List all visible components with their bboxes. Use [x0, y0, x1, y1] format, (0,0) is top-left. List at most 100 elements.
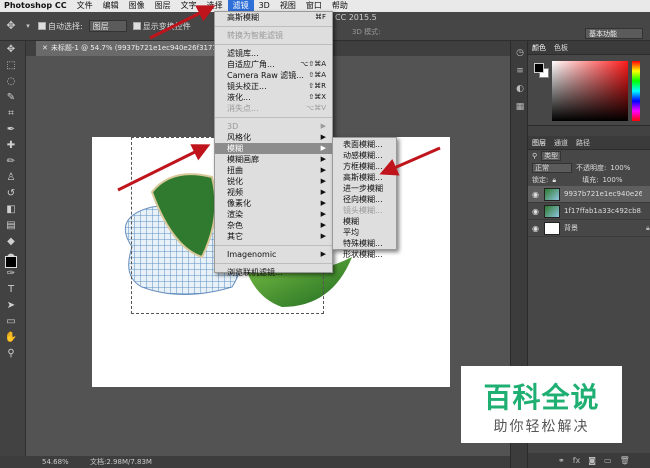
move-tool-icon[interactable]: ✥ [4, 19, 18, 33]
zoom-level[interactable]: 54.68% [42, 456, 69, 468]
menu-item-label: 消失点... [227, 104, 259, 113]
filter-menu-item[interactable]: 杂色 ▶ [215, 220, 332, 231]
filter-menu-item[interactable]: 视频 ▶ [215, 187, 332, 198]
filter-menu-item[interactable]: 扭曲 ▶ [215, 165, 332, 176]
filter-menu-item[interactable]: 镜头校正... ⇧⌘R [215, 81, 332, 92]
type-tool-icon[interactable]: T [4, 283, 18, 297]
tab-paths[interactable]: 路径 [576, 138, 590, 148]
menu-item[interactable]: 文件 [72, 0, 98, 12]
layer-item[interactable]: ◉ 9937b721e1ec940e26... [528, 186, 650, 203]
app-menu[interactable]: Photoshop CC [0, 0, 72, 12]
move-tool-icon[interactable]: ✥ [4, 43, 18, 57]
quick-select-tool-icon[interactable]: ✎ [4, 91, 18, 105]
tab-swatches[interactable]: 色板 [554, 43, 568, 53]
blur-menu-item[interactable]: 表面模糊... [333, 139, 396, 150]
eraser-tool-icon[interactable]: ◧ [4, 203, 18, 217]
foreground-color[interactable] [534, 63, 544, 73]
close-icon[interactable]: ✕ [42, 44, 48, 52]
filter-menu-item[interactable]: 其它 ▶ [215, 231, 332, 242]
blur-menu-item[interactable]: 动感模糊... [333, 150, 396, 161]
menu-item[interactable]: 编辑 [98, 0, 124, 12]
brush-tool-icon[interactable]: ✏ [4, 155, 18, 169]
submenu-arrow-icon: ▶ [320, 199, 326, 207]
blur-menu-item[interactable]: 高斯模糊... [333, 172, 396, 183]
submenu-arrow-icon: ▶ [320, 210, 326, 218]
blur-menu-item[interactable]: 进一步模糊 [333, 183, 396, 194]
zoom-tool-icon[interactable]: ⚲ [4, 347, 18, 361]
filter-menu-item[interactable]: 模糊 ▶ [215, 143, 332, 154]
eye-icon[interactable]: ◉ [532, 207, 540, 216]
lock-icon[interactable]: 🔒︎ [552, 176, 556, 185]
layer-kind-dropdown[interactable]: 类型 [541, 151, 562, 161]
libraries-panel-icon[interactable]: ▦ [514, 101, 526, 113]
hue-slider[interactable] [632, 61, 640, 121]
filter-menu-item[interactable]: 滤镜库... [215, 48, 332, 59]
filter-menu-item[interactable]: 高斯模糊 ⌘F [215, 12, 332, 23]
show-transform-checkbox[interactable]: 显示变换控件 [132, 21, 191, 32]
filter-menu-item[interactable]: 液化... ⇧⌘X [215, 92, 332, 103]
filter-menu-item[interactable]: 浏览联机滤镜... [215, 267, 332, 278]
lasso-tool-icon[interactable]: ◌ [4, 75, 18, 89]
fx-icon[interactable]: fx [573, 456, 581, 465]
filter-menu-item[interactable]: 像素化 ▶ [215, 198, 332, 209]
tab-color[interactable]: 颜色 [532, 43, 546, 53]
folder-icon[interactable]: ▭ [604, 456, 612, 465]
history-brush-tool-icon[interactable]: ↺ [4, 187, 18, 201]
blur-menu-item[interactable]: 形状模糊... [333, 249, 396, 260]
eye-icon[interactable]: ◉ [532, 224, 540, 233]
shape-tool-icon[interactable]: ▭ [4, 315, 18, 329]
blur-submenu: 表面模糊... 动感模糊... 方框模糊... 高斯模糊... 进一步模糊 径向模糊...… [332, 137, 397, 259]
filter-menu-item[interactable]: Camera Raw 滤镜... ⇧⌘A [215, 70, 332, 81]
link-icon[interactable]: ⚭ [558, 456, 565, 465]
color-spectrum[interactable] [552, 61, 628, 121]
history-panel-icon[interactable]: ◷ [514, 47, 526, 59]
blur-menu-item[interactable]: 模糊 [333, 216, 396, 227]
menu-item[interactable]: 图像 [124, 0, 150, 12]
filter-menu-item[interactable]: 风格化 ▶ [215, 132, 332, 143]
workspace-dropdown[interactable]: 基本功能 [585, 28, 643, 39]
layer-item[interactable]: ◉ 背景 🔒︎ [528, 220, 650, 237]
blur-menu-item[interactable]: 特殊模糊... [333, 238, 396, 249]
blend-mode-dropdown[interactable]: 正常 [532, 163, 572, 173]
healing-brush-tool-icon[interactable]: ✚ [4, 139, 18, 153]
auto-select-checkbox[interactable]: 自动选择: [38, 21, 83, 32]
mask-icon[interactable]: ◙ [588, 456, 596, 465]
filter-menu-item[interactable]: 自适应广角... ⌥⇧⌘A [215, 59, 332, 70]
filter-menu-item[interactable]: 渲染 ▶ [215, 209, 332, 220]
path-select-tool-icon[interactable]: ➤ [4, 299, 18, 313]
auto-select-dropdown[interactable]: 图层 [88, 20, 127, 32]
filter-menu-item: 3D ▶ [215, 121, 332, 132]
blur-menu-item[interactable]: 方框模糊... [333, 161, 396, 172]
menu-item[interactable]: 图层 [150, 0, 176, 12]
trash-icon[interactable]: 🗑︎ [620, 456, 630, 465]
filter-menu-item[interactable]: 锐化 ▶ [215, 176, 332, 187]
menu-separator [215, 245, 332, 246]
pen-tool-icon[interactable]: ✑ [4, 267, 18, 281]
document-tab[interactable]: ✕未标题-1 @ 54.7% (9937b721e1ec940e26f31718… [36, 41, 216, 56]
menu-separator [215, 263, 332, 264]
eye-icon[interactable]: ◉ [532, 190, 540, 199]
foreground-color-swatch[interactable] [5, 256, 17, 268]
menu-item-label: 3D [227, 122, 239, 131]
crop-tool-icon[interactable]: ⌗ [4, 107, 18, 121]
chevron-down-icon[interactable]: ▾ [24, 19, 32, 33]
adjustments-panel-icon[interactable]: ◐ [514, 83, 526, 95]
menu-item[interactable]: 文字 [176, 0, 202, 12]
menu-item-label: 锐化 [227, 177, 243, 186]
blur-menu-item[interactable]: 平均 [333, 227, 396, 238]
filter-menu-item[interactable]: 模糊画廊 ▶ [215, 154, 332, 165]
eyedropper-tool-icon[interactable]: ✒ [4, 123, 18, 137]
clone-stamp-tool-icon[interactable]: ♙ [4, 171, 18, 185]
tab-layers[interactable]: 图层 [532, 138, 546, 148]
tab-channels[interactable]: 通道 [554, 138, 568, 148]
blur-tool-icon[interactable]: ◆ [4, 235, 18, 249]
hand-tool-icon[interactable]: ✋ [4, 331, 18, 345]
marquee-tool-icon[interactable]: ⬚ [4, 59, 18, 73]
properties-panel-icon[interactable]: ≡ [514, 65, 526, 77]
fill-value[interactable]: 100% [602, 176, 622, 184]
gradient-tool-icon[interactable]: ▤ [4, 219, 18, 233]
filter-menu-item[interactable]: Imagenomic ▶ [215, 249, 332, 260]
opacity-value[interactable]: 100% [610, 164, 630, 172]
layer-item[interactable]: ◉ 1f17ffab1a33c492cb8... [528, 203, 650, 220]
blur-menu-item[interactable]: 径向模糊... [333, 194, 396, 205]
